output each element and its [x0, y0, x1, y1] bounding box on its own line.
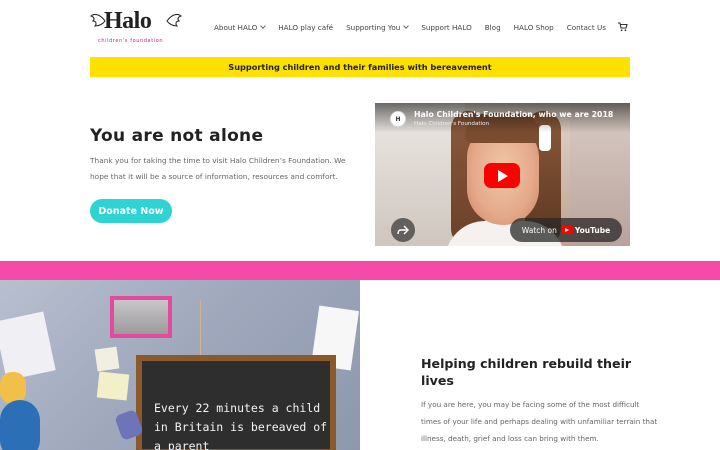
pink-divider [0, 261, 720, 280]
nav-label: Supporting You [346, 22, 401, 32]
hero-text: Thank you for taking the time to visit H… [90, 156, 346, 181]
section-text: If you are here, you may be facing some … [421, 400, 658, 443]
donate-button[interactable]: Donate Now [90, 199, 172, 223]
nav-about-halo[interactable]: About HALO [214, 22, 267, 32]
nav-label: Blog [484, 22, 501, 32]
share-icon [397, 225, 409, 235]
halo-logo[interactable]: Halo children's foundation [90, 8, 182, 48]
chevron-down-icon [403, 22, 410, 29]
nav-label: HALO play café [278, 22, 334, 32]
drawing-paper [0, 311, 56, 381]
nav-label: Support HALO [421, 22, 472, 32]
hanging-string [200, 300, 240, 360]
youtube-wordmark: YouTube [574, 225, 611, 235]
play-button[interactable] [484, 163, 520, 188]
video-channel[interactable]: Halo Children's Foundation [414, 121, 489, 127]
chalkboard-photo: Every 22 minutes a child in Britain is b… [0, 280, 360, 450]
nav-support-halo[interactable]: Support HALO [421, 22, 471, 32]
youtube-logo: YouTube [560, 225, 611, 235]
chalkboard: Every 22 minutes a child in Britain is b… [136, 355, 336, 450]
nav-blog[interactable]: Blog [485, 22, 501, 32]
youtube-play-icon [560, 226, 573, 234]
nav-contact-us[interactable]: Contact Us [567, 22, 606, 32]
banner-text: Supporting children and their families w… [228, 62, 492, 72]
logo-wordmark: Halo [104, 8, 152, 34]
chalkboard-line: a parent [154, 439, 210, 450]
chalkboard-line: in Britain is bereaved of [154, 420, 328, 434]
chalkboard-text: Every 22 minutes a child in Britain is b… [154, 399, 327, 450]
youtube-embed[interactable]: H Halo Children's Foundation, who we are… [375, 103, 630, 246]
section-heading: Helping children rebuild their lives [421, 356, 632, 388]
watch-on-youtube-button[interactable]: Watch on YouTube [510, 218, 622, 242]
wing-icon [166, 13, 182, 27]
sticky-note [96, 371, 130, 401]
cart-icon[interactable] [618, 22, 628, 32]
channel-avatar-icon[interactable]: H [390, 111, 406, 127]
hero-title: You are not alone [90, 126, 264, 146]
main-nav: About HALO HALO play café Supporting You… [201, 22, 628, 32]
nav-label: About HALO [214, 22, 258, 32]
nav-label: Contact Us [566, 22, 606, 32]
chalkboard-line: Every 22 minutes a child [154, 401, 321, 415]
video-title[interactable]: Halo Children's Foundation, who we are 2… [414, 110, 613, 119]
photo-frame [110, 296, 172, 338]
watch-label: Watch on [521, 225, 557, 235]
chevron-down-icon [260, 22, 267, 29]
child-figure [0, 400, 40, 450]
share-button[interactable] [391, 218, 415, 242]
sticky-note [94, 346, 120, 372]
nav-halo-shop[interactable]: HALO Shop [514, 22, 554, 32]
announcement-banner: Supporting children and their families w… [90, 57, 630, 77]
site-header: Halo children's foundation About HALO HA… [0, 0, 720, 56]
nav-play-cafe[interactable]: HALO play café [278, 22, 333, 32]
logo-tagline: children's foundation [98, 38, 164, 44]
nav-supporting-you[interactable]: Supporting You [346, 22, 410, 32]
nav-label: HALO Shop [513, 22, 554, 32]
